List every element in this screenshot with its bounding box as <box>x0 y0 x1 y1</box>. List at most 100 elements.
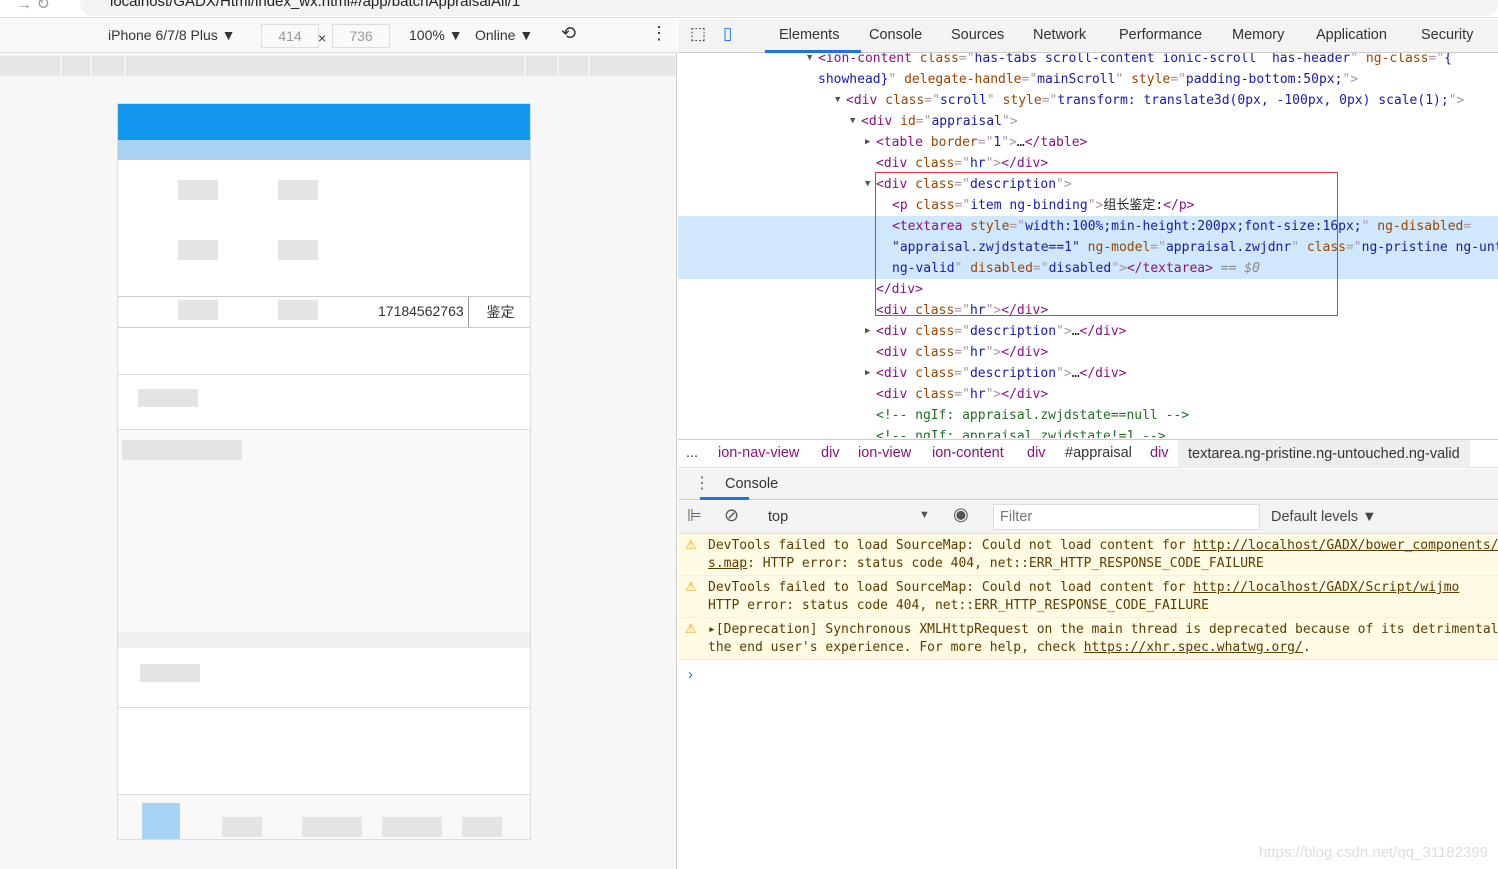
tab-network[interactable]: Network <box>1033 27 1086 43</box>
dom-line-text: <div id="appraisal"> <box>861 114 1018 129</box>
tab-home[interactable] <box>142 803 180 839</box>
dom-line-text: <!-- ngIf: appraisal.zwjdstate==null --> <box>876 408 1190 423</box>
more-options-icon[interactable]: ⋮ <box>650 23 668 44</box>
source-link[interactable]: http://localhost/GADX/Script/wijmo <box>1193 580 1459 595</box>
phone-viewport: 17184562763 鉴定 <box>117 103 531 840</box>
dom-line-text: <ion-content class="has-tabs scroll-cont… <box>818 53 1452 66</box>
expand-arrow-icon[interactable]: ▶ <box>865 321 870 342</box>
breadcrumb-item[interactable]: ion-view <box>858 445 911 461</box>
dom-line-text: <table border="1">…</table> <box>876 135 1088 150</box>
drawer-tabs: ⋮ Console <box>678 469 1498 500</box>
console-toolbar: ⊫ ⊘ top ▼ ◉ Default levels ▼ <box>678 501 1498 534</box>
sidebar-toggle-icon[interactable]: ⊫ <box>687 506 702 526</box>
app-subheader <box>118 140 530 160</box>
console-warning[interactable]: ⚠ ▸[Deprecation] Synchronous XMLHttpReque… <box>678 618 1498 660</box>
source-link[interactable]: http://localhost/GADX/bower_components/ <box>1193 538 1498 553</box>
dom-line-text: <div class="hr"></div> <box>876 156 1049 171</box>
tab-2[interactable] <box>222 817 262 837</box>
context-select[interactable]: top <box>768 509 788 525</box>
tab-elements[interactable]: Elements <box>779 27 839 43</box>
dom-line[interactable]: <div class="hr"></div> <box>678 153 1498 174</box>
dom-line[interactable]: <!-- ngIf: appraisal.zwjdstate==null --> <box>678 405 1498 426</box>
dom-line-text: <div class="hr"></div> <box>876 387 1049 402</box>
console-filter-input[interactable] <box>993 504 1260 530</box>
description-label <box>118 374 530 430</box>
expand-arrow-icon[interactable]: ▼ <box>835 90 840 111</box>
chevron-down-icon[interactable]: ▼ <box>919 509 930 521</box>
warning-icon: ⚠ <box>685 622 697 637</box>
tab-4[interactable] <box>382 817 442 837</box>
tab-application[interactable]: Application <box>1316 27 1387 43</box>
console-prompt[interactable]: › <box>688 666 693 683</box>
breadcrumb-more[interactable]: ... <box>686 445 698 461</box>
times-sign: × <box>318 30 327 46</box>
dom-line-text: <div class="description">…</div> <box>876 324 1127 339</box>
breadcrumb-item[interactable]: div <box>1027 445 1046 461</box>
console-messages: ⚠ DevTools failed to load SourceMap: Coul… <box>678 534 1498 660</box>
breadcrumb-item[interactable]: #appraisal <box>1065 445 1132 461</box>
dom-line-text: <!-- ngIf: appraisal.zwjdstate!=1 --> <box>876 429 1166 438</box>
appraisal-textarea[interactable] <box>118 430 530 632</box>
blurred-content <box>278 240 318 260</box>
media-query-ruler[interactable] <box>0 56 675 76</box>
dom-line-text: <div class="description">…</div> <box>876 366 1127 381</box>
appraise-button[interactable]: 鉴定 <box>468 297 530 327</box>
expand-arrow-icon[interactable]: ▼ <box>865 174 870 195</box>
dom-line[interactable]: <div class="hr"></div> <box>678 384 1498 405</box>
breadcrumb-item[interactable]: div <box>821 445 840 461</box>
drawer-tab-console[interactable]: Console <box>725 476 778 492</box>
eye-icon[interactable]: ◉ <box>953 504 969 525</box>
clear-console-icon[interactable]: ⊘ <box>724 505 739 526</box>
dom-line[interactable]: ▶ <div class="description">…</div> <box>678 321 1498 342</box>
inspect-element-icon[interactable]: ⬚ <box>690 24 706 44</box>
console-warning: ⚠ DevTools failed to load SourceMap: Coul… <box>678 576 1498 618</box>
dom-line[interactable]: <!-- ngIf: appraisal.zwjdstate!=1 --> <box>678 426 1498 438</box>
device-toggle-icon[interactable]: ▯ <box>723 24 732 44</box>
dom-breadcrumbs: ... ion-nav-view div ion-view ion-conten… <box>678 439 1498 468</box>
expand-arrow-icon[interactable]: ▼ <box>807 53 812 69</box>
expand-arrow-icon[interactable]: ▶ <box>865 363 870 384</box>
expand-arrow-icon[interactable]: ▼ <box>850 111 855 132</box>
devtools-panel: ⬚ ▯ Elements Console Sources Network Per… <box>678 19 1498 869</box>
dom-line[interactable]: showhead}" delegate-handle="mainScroll" … <box>678 69 1498 90</box>
height-input[interactable]: 736 <box>332 24 390 48</box>
source-link[interactable]: https://xhr.spec.whatwg.org/ <box>1084 640 1303 655</box>
tab-3[interactable] <box>302 817 362 837</box>
network-throttle-select[interactable]: Online ▼ <box>475 27 533 43</box>
address-bar[interactable]: localhost/GADX/Html/index_wx.html#/app/b… <box>80 0 1498 16</box>
warning-icon: ⚠ <box>685 580 697 595</box>
tab-sources[interactable]: Sources <box>951 27 1004 43</box>
back-forward-reload-icons[interactable]: → ↻ <box>16 0 50 14</box>
blurred-content <box>278 180 318 200</box>
tab-5[interactable] <box>462 817 502 837</box>
rotate-icon[interactable]: ⟲ <box>561 23 576 44</box>
tab-console[interactable]: Console <box>869 27 922 43</box>
tab-memory[interactable]: Memory <box>1232 27 1284 43</box>
breadcrumb-item[interactable]: div <box>1150 445 1169 461</box>
blurred-content <box>178 180 218 200</box>
log-levels-select[interactable]: Default levels ▼ <box>1271 509 1376 525</box>
device-select[interactable]: iPhone 6/7/8 Plus ▼ <box>108 27 236 43</box>
dom-line[interactable]: ▼ <div id="appraisal"> <box>678 111 1498 132</box>
dom-line-text: <div class="hr"></div> <box>876 345 1049 360</box>
source-link[interactable]: s.map <box>708 556 747 571</box>
width-input[interactable]: 414 <box>261 24 319 48</box>
dom-line[interactable]: ▶ <div class="description">…</div> <box>678 363 1498 384</box>
dom-line-text: <div class="scroll" style="transform: tr… <box>846 93 1465 108</box>
tab-security[interactable]: Security <box>1421 27 1473 43</box>
breadcrumb-current[interactable]: textarea.ng-pristine.ng-untouched.ng-val… <box>1178 440 1470 468</box>
dom-line[interactable]: ▶ <table border="1">…</table> <box>678 132 1498 153</box>
drawer-menu-icon[interactable]: ⋮ <box>694 473 710 493</box>
divider <box>118 632 530 648</box>
dom-tree[interactable]: ▼ <ion-content class="has-tabs scroll-con… <box>678 53 1498 438</box>
zoom-select[interactable]: 100% ▼ <box>409 27 463 43</box>
tab-bar <box>118 794 530 839</box>
breadcrumb-item[interactable]: ion-content <box>932 445 1004 461</box>
breadcrumb-item[interactable]: ion-nav-view <box>718 445 799 461</box>
tab-performance[interactable]: Performance <box>1119 27 1202 43</box>
expand-arrow-icon[interactable]: ▶ <box>865 132 870 153</box>
dom-line[interactable]: ▼ <div class="scroll" style="transform: t… <box>678 90 1498 111</box>
dom-line[interactable]: ▼ <ion-content class="has-tabs scroll-con… <box>678 53 1498 69</box>
description-section <box>118 648 530 708</box>
dom-line[interactable]: <div class="hr"></div> <box>678 342 1498 363</box>
